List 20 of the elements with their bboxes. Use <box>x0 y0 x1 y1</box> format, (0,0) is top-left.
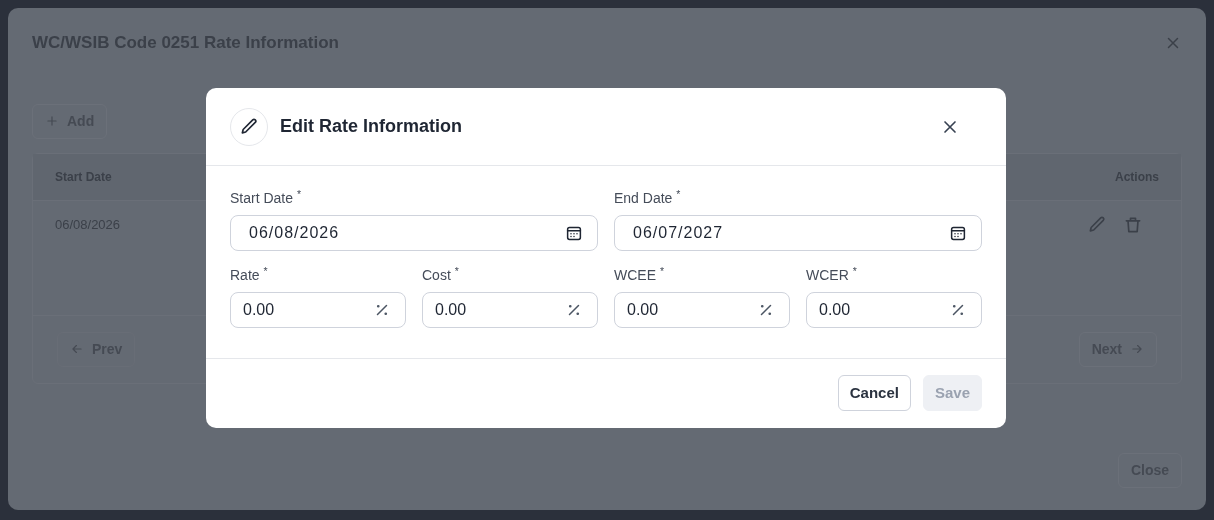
arrow-right-icon <box>1130 342 1144 356</box>
calendar-icon <box>949 224 967 242</box>
number-field[interactable]: 0.00 <box>614 292 790 328</box>
calendar-icon <box>565 224 583 242</box>
field-label: Rate $^{*}$ <box>230 267 269 284</box>
field-label: Cost $^{*}$ <box>422 267 460 284</box>
number-field[interactable]: 0.00 <box>422 292 598 328</box>
pencil-icon[interactable] <box>1087 214 1107 235</box>
arrow-left-icon <box>70 342 84 356</box>
number-field[interactable]: 0.00 <box>230 292 406 328</box>
dialog-title: Edit Rate Information <box>280 115 463 138</box>
field-label: End Date $^{*}$ <box>614 190 682 207</box>
date-field[interactable]: 06/08/2026 <box>230 215 598 251</box>
number-field[interactable]: 0.00 <box>806 292 982 328</box>
cancel-button[interactable]: Cancel <box>837 375 911 411</box>
plus-icon <box>45 114 59 128</box>
field-label: WCER $^{*}$ <box>806 267 858 284</box>
field-label: WCEE $^{*}$ <box>614 267 665 284</box>
field-label: Start Date $^{*}$ <box>230 190 302 207</box>
date-field[interactable]: 06/07/2027 <box>614 215 982 251</box>
